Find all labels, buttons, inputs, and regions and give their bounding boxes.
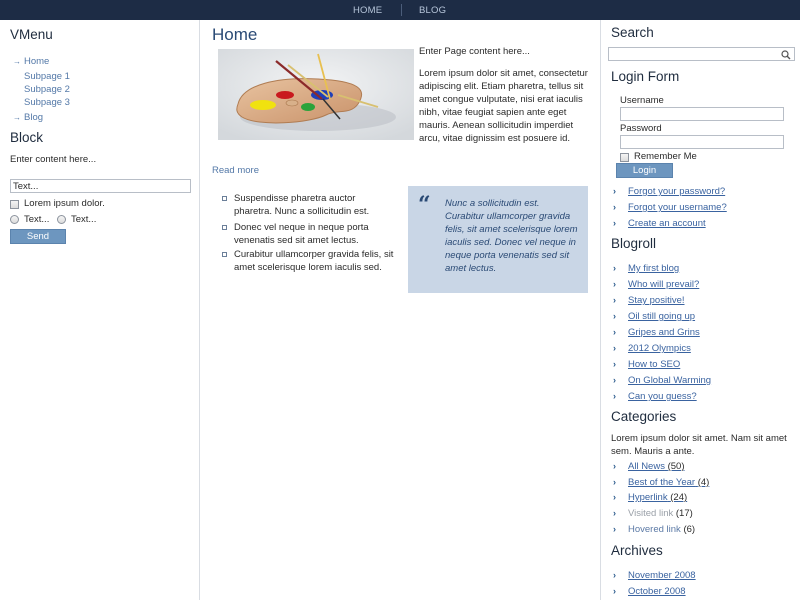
block-checkbox[interactable] [10, 200, 19, 209]
block-text-input[interactable] [10, 179, 191, 193]
chevron-right-icon: › [613, 524, 616, 534]
chevron-right-icon: › [613, 279, 616, 289]
arrow-right-icon: → [13, 57, 21, 66]
category-count: (17) [675, 508, 693, 519]
chevron-right-icon: › [613, 186, 616, 196]
top-navigation-bar: HOME BLOG [0, 0, 800, 20]
vmenu-item-subpage-1[interactable]: Subpage 1 [24, 71, 70, 82]
blogroll-link[interactable]: How to SEO [628, 359, 680, 370]
left-sidebar: VMenu → Home Subpage 1 Subpage 2 Subpage… [0, 20, 200, 600]
blogroll-link[interactable]: Stay positive! [628, 295, 685, 306]
page-title: Home [212, 25, 258, 44]
category-count: (6) [683, 524, 696, 535]
blogroll-link[interactable]: Oil still going up [628, 311, 695, 322]
vmenu-item-subpage-2[interactable]: Subpage 2 [24, 84, 70, 95]
arrow-right-icon: → [13, 113, 21, 122]
chevron-right-icon: › [613, 586, 616, 596]
quote-text: Nunc a sollicitudin est. Curabitur ullam… [445, 198, 578, 274]
archives-title: Archives [611, 543, 663, 558]
category-link: Visited link (17) [628, 508, 693, 519]
chevron-right-icon: › [613, 295, 616, 305]
categories-intro: Lorem ipsum dolor sit amet. Nam sit amet… [611, 433, 787, 457]
blogroll-title: Blogroll [611, 236, 657, 251]
chevron-right-icon: › [613, 343, 616, 353]
create-account-link[interactable]: Create an account [628, 218, 706, 229]
bullet-icon [222, 196, 227, 201]
archive-link[interactable]: November 2008 [628, 570, 696, 581]
chevron-right-icon: › [613, 311, 616, 321]
password-field[interactable] [620, 135, 784, 149]
chevron-right-icon: › [613, 327, 616, 337]
bullet-icon [222, 225, 227, 230]
blogroll-link[interactable]: Can you guess? [628, 391, 697, 402]
remember-me-label: Remember Me [634, 151, 697, 162]
list-item: Suspendisse pharetra auctor pharetra. Nu… [234, 193, 370, 217]
vmenu-item-home[interactable]: Home [24, 56, 49, 67]
categories-title: Categories [611, 409, 677, 424]
block-content: Enter content here... [10, 154, 97, 165]
blogroll-link[interactable]: Gripes and Grins [628, 327, 700, 338]
search-input[interactable] [608, 47, 795, 61]
password-label: Password [620, 123, 662, 134]
quote-icon: “ [418, 192, 431, 218]
category-count: (4) [697, 477, 710, 488]
vmenu-item-subpage-3[interactable]: Subpage 3 [24, 97, 70, 108]
block-radio-1-label: Text... [24, 214, 50, 225]
chevron-right-icon: › [613, 477, 616, 487]
bullet-icon [222, 252, 227, 257]
forgot-username-link[interactable]: Forgot your username? [628, 202, 727, 213]
send-button[interactable]: Send [10, 229, 66, 244]
list-item: Curabitur ullamcorper gravida felis, sit… [234, 249, 394, 273]
block-radio-1[interactable] [10, 215, 19, 224]
vmenu-item-blog[interactable]: Blog [24, 112, 43, 123]
category-count: (24) [670, 492, 688, 503]
read-more-link[interactable]: Read more [212, 165, 259, 176]
chevron-right-icon: › [613, 508, 616, 518]
chevron-right-icon: › [613, 570, 616, 580]
right-sidebar: Search Login Form Username Password Reme… [600, 20, 800, 600]
nav-blog-link[interactable]: BLOG [419, 5, 446, 16]
main-content: Home Enter Page content here... Lorem ip… [201, 20, 600, 600]
block-radio-2[interactable] [57, 215, 66, 224]
chevron-right-icon: › [613, 461, 616, 471]
blogroll-link[interactable]: 2012 Olympics [628, 343, 691, 354]
block-radio-2-label: Text... [71, 214, 97, 225]
blogroll-link[interactable]: On Global Warming [628, 375, 711, 386]
username-field[interactable] [620, 107, 784, 121]
category-link: Hovered link (6) [628, 524, 696, 535]
vmenu-title: VMenu [10, 27, 53, 42]
login-button[interactable]: Login [616, 163, 673, 178]
chevron-right-icon: › [613, 218, 616, 228]
blogroll-link[interactable]: My first blog [628, 263, 679, 274]
search-title: Search [611, 25, 654, 40]
nav-home-link[interactable]: HOME [353, 5, 382, 16]
chevron-right-icon: › [613, 375, 616, 385]
remember-me-checkbox[interactable] [620, 153, 629, 162]
chevron-right-icon: › [613, 391, 616, 401]
blockquote: “ Nunc a sollicitudin est. Curabitur ull… [408, 186, 588, 293]
category-count: (50) [667, 461, 685, 472]
chevron-right-icon: › [613, 202, 616, 212]
page-intro: Enter Page content here... [419, 46, 530, 57]
category-link: All News (50) [628, 461, 685, 472]
search-icon [781, 50, 791, 60]
chevron-right-icon: › [613, 359, 616, 369]
chevron-right-icon: › [613, 263, 616, 273]
category-link: Best of the Year (4) [628, 477, 710, 488]
block-title: Block [10, 130, 44, 145]
block-checkbox-label: Lorem ipsum dolor. [24, 198, 105, 209]
page-paragraph: Lorem ipsum dolor sit amet, consectetur … [419, 68, 588, 144]
category-link: Hyperlink (24) [628, 492, 688, 503]
login-form-title: Login Form [611, 69, 680, 84]
forgot-password-link[interactable]: Forgot your password? [628, 186, 725, 197]
paint-palette-image [218, 49, 414, 140]
username-label: Username [620, 95, 664, 106]
list-item: Donec vel neque in neque porta venenatis… [234, 222, 369, 246]
nav-divider [401, 4, 402, 16]
blogroll-link[interactable]: Who will prevail? [628, 279, 699, 290]
archive-link[interactable]: October 2008 [628, 586, 686, 597]
chevron-right-icon: › [613, 492, 616, 502]
